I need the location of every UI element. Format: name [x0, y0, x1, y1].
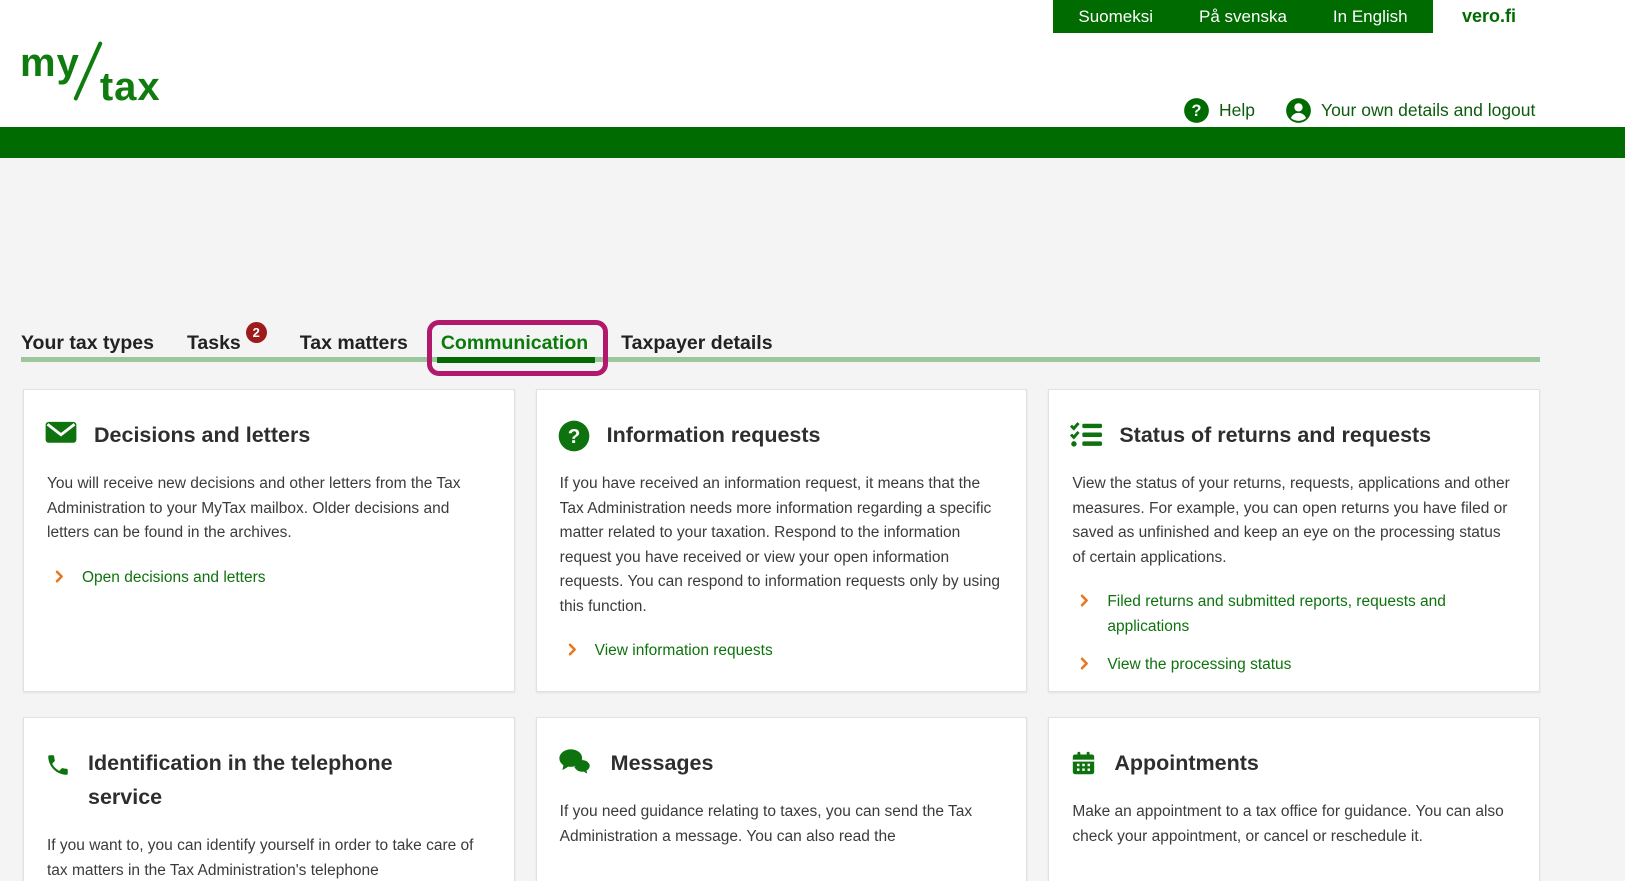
vero-fi-link[interactable]: vero.fi [1462, 6, 1516, 27]
mytax-page: Suomeksi På svenska In English vero.fi m… [0, 0, 1625, 881]
link-view-information-requests[interactable]: View information requests [558, 639, 1003, 664]
svg-text:?: ? [1192, 102, 1202, 120]
language-bar: Suomeksi På svenska In English [1053, 0, 1433, 33]
cards-grid: Decisions and letters You will receive n… [23, 389, 1540, 881]
tab-taxpayer-details[interactable]: Taxpayer details [621, 330, 772, 356]
card-appointments: Appointments Make an appointment to a ta… [1048, 717, 1540, 881]
link-view-the-processing-status[interactable]: View the processing status [1070, 653, 1515, 678]
logo-text-tax: tax [99, 65, 161, 109]
card-title: Identification in the telephone service [88, 751, 393, 809]
account-logout-label: Your own details and logout [1321, 100, 1536, 120]
card-title: Appointments [1114, 751, 1259, 775]
card-links: Filed returns and submitted reports, req… [1070, 590, 1515, 678]
help-button[interactable]: ? Help [1183, 97, 1255, 124]
card-header: Decisions and letters [45, 418, 490, 452]
card-title: Information requests [606, 423, 821, 447]
help-label: Help [1219, 100, 1255, 120]
header: my tax ? Help Your own details and logou… [0, 33, 1625, 127]
card-information-requests: ? Information requests If you have recei… [535, 389, 1028, 692]
card-header: ? Information requests [558, 418, 1003, 452]
tasks-count-badge: 2 [245, 322, 267, 343]
card-title: Status of returns and requests [1119, 423, 1432, 447]
link-label: View the processing status [1107, 656, 1292, 673]
tab-tasks[interactable]: Tasks 2 [186, 322, 267, 356]
chat-bubbles-icon [559, 749, 592, 778]
card-header: Messages [558, 746, 1003, 780]
card-links: View information requests [558, 639, 1003, 664]
person-circle-icon [1286, 98, 1311, 123]
link-open-decisions-and-letters[interactable]: Open decisions and letters [45, 566, 490, 591]
chevron-right-icon [568, 643, 576, 656]
link-label: View information requests [594, 642, 773, 659]
chevron-right-icon [55, 570, 63, 582]
language-link-pa-svenska[interactable]: På svenska [1199, 7, 1287, 27]
tab-label: Taxpayer details [621, 332, 773, 354]
card-title: Decisions and letters [94, 423, 311, 447]
card-body-text: You will receive new decisions and other… [47, 475, 461, 541]
language-link-in-english[interactable]: In English [1333, 7, 1408, 27]
card-title: Messages [610, 751, 714, 775]
card-links: Open decisions and letters [45, 566, 490, 591]
green-nav-bar [0, 127, 1625, 158]
tabs-underline [21, 357, 1540, 362]
logo-text-my: my [20, 41, 80, 85]
phone-icon [48, 755, 68, 775]
question-circle-icon: ? [558, 420, 589, 452]
card-body-text: If you want to, you can identify yoursel… [47, 837, 474, 879]
checklist-icon [1070, 422, 1103, 447]
chevron-right-icon [1081, 657, 1089, 670]
link-filed-returns-and-submitted-reports[interactable]: Filed returns and submitted reports, req… [1070, 590, 1515, 639]
card-messages: Messages If you need guidance relating t… [535, 717, 1028, 881]
envelope-icon [45, 421, 77, 443]
utility-bar: Suomeksi På svenska In English vero.fi [0, 0, 1625, 33]
tab-label: Communication [440, 332, 589, 354]
calendar-icon [1073, 751, 1095, 775]
language-link-suomeksi[interactable]: Suomeksi [1078, 7, 1153, 27]
active-tab-underline [437, 357, 595, 363]
tab-label: Tasks [186, 332, 241, 354]
account-logout-button[interactable]: Your own details and logout [1285, 97, 1535, 124]
card-decisions-and-letters: Decisions and letters You will receive n… [23, 389, 515, 692]
tab-label: Your tax types [21, 332, 154, 354]
tab-bar: Your tax types Tasks 2 Tax matters Commu… [21, 322, 773, 356]
card-header: Appointments [1070, 746, 1515, 780]
card-body-text: If you have received an information requ… [559, 475, 1000, 615]
card-header: Status of returns and requests [1070, 418, 1515, 452]
tab-label: Tax matters [299, 332, 408, 354]
chevron-right-icon [1081, 594, 1089, 607]
mytax-logo[interactable]: my tax [20, 40, 161, 109]
tab-tax-matters[interactable]: Tax matters [300, 330, 408, 356]
link-label: Filed returns and submitted reports, req… [1107, 593, 1446, 635]
help-circle-icon: ? [1184, 98, 1209, 123]
card-identification-in-the-telephone-service: Identification in the telephone service … [23, 717, 515, 881]
card-body-text: If you need guidance relating to taxes, … [559, 803, 973, 845]
card-status-of-returns-and-requests: Status of returns and requests View the … [1048, 389, 1540, 692]
link-label: Open decisions and letters [82, 568, 266, 586]
card-body-text: View the status of your returns, request… [1072, 475, 1510, 566]
card-body-text: Make an appointment to a tax office for … [1072, 803, 1504, 845]
tab-communication[interactable]: Communication [441, 330, 588, 356]
card-header: Identification in the telephone service [45, 746, 490, 814]
svg-text:?: ? [567, 425, 580, 448]
tab-your-tax-types[interactable]: Your tax types [21, 330, 154, 356]
